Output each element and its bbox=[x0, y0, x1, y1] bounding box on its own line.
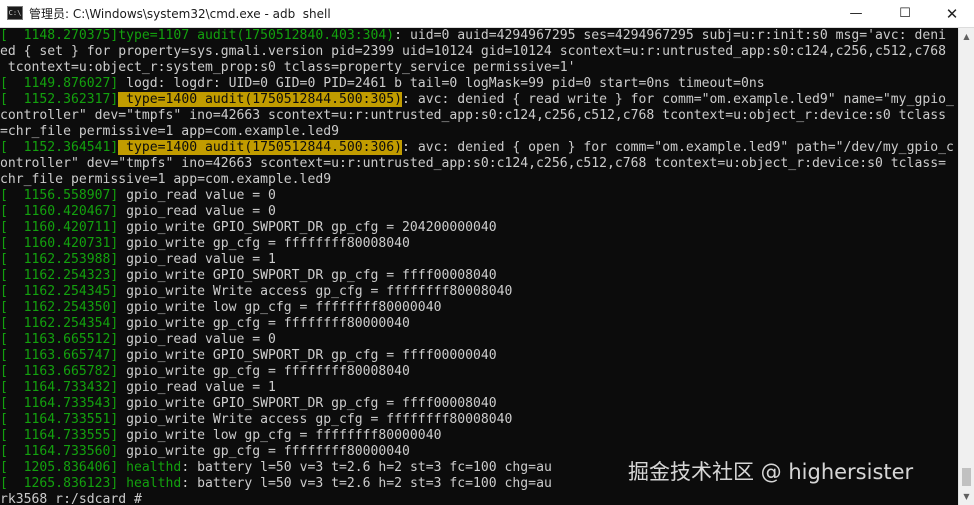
log-timestamp: [ 1160.420731] bbox=[0, 236, 119, 251]
log-timestamp: [ 1164.733555] bbox=[0, 428, 119, 443]
log-tag: healthd bbox=[118, 476, 182, 491]
log-message: tcontext=u:object_r:system_prop:s0 tclas… bbox=[0, 60, 576, 75]
log-message: gpio_write gp_cfg = ffffffff80008040 bbox=[118, 364, 410, 379]
log-message: ed { set } for property=sys.gmali.versio… bbox=[0, 44, 946, 59]
console-line: [ 1162.254323] gpio_write GPIO_SWPORT_DR… bbox=[0, 268, 958, 284]
log-timestamp: [ 1162.253988] bbox=[0, 252, 119, 267]
log-timestamp: [ 1163.665512] bbox=[0, 332, 119, 347]
console-line: controller" dev="tmpfs" ino=42663 sconte… bbox=[0, 108, 958, 124]
console-line: rk3568_r:/sdcard # bbox=[0, 492, 958, 505]
console-line: [ 1163.665512] gpio_read value = 0 bbox=[0, 332, 958, 348]
log-timestamp: [ 1160.420467] bbox=[0, 204, 119, 219]
log-timestamp: [ 1164.733432] bbox=[0, 380, 119, 395]
console-line: [ 1163.665782] gpio_write gp_cfg = fffff… bbox=[0, 364, 958, 380]
log-timestamp: [ 1162.254350] bbox=[0, 300, 119, 315]
log-timestamp: [ 1163.665782] bbox=[0, 364, 119, 379]
log-message: gpio_write Write access gp_cfg = fffffff… bbox=[118, 284, 513, 299]
log-timestamp: [ 1164.733560] bbox=[0, 444, 119, 459]
console-line: [ 1152.362317] type=1400 audit(175051284… bbox=[0, 92, 958, 108]
log-message: : avc: denied { read write } for comm="o… bbox=[402, 92, 954, 107]
log-tag: type=1107 audit(1750512840.403:304) bbox=[118, 28, 395, 43]
log-tag: healthd bbox=[118, 460, 182, 475]
log-timestamp: [ 1162.254354] bbox=[0, 316, 119, 331]
console-line: [ 1162.254354] gpio_write gp_cfg = fffff… bbox=[0, 316, 958, 332]
console-line: tcontext=u:object_r:system_prop:s0 tclas… bbox=[0, 60, 958, 76]
console-line: [ 1148.270375]type=1107 audit(1750512840… bbox=[0, 28, 958, 44]
console-line: [ 1156.558907] gpio_read value = 0 bbox=[0, 188, 958, 204]
console-line: [ 1162.254350] gpio_write low gp_cfg = f… bbox=[0, 300, 958, 316]
log-timestamp: [ 1205.836406] bbox=[0, 460, 119, 475]
log-message: gpio_read value = 0 bbox=[118, 188, 276, 203]
log-message: chr_file permissive=1 app=com.example.le… bbox=[0, 172, 332, 187]
log-message: gpio_write gp_cfg = ffffffff80008040 bbox=[118, 236, 410, 251]
console-output[interactable]: [ 1148.270375]type=1107 audit(1750512840… bbox=[0, 28, 958, 505]
log-message: gpio_write GPIO_SWPORT_DR gp_cfg = ffff0… bbox=[118, 396, 497, 411]
console-line: [ 1162.253988] gpio_read value = 1 bbox=[0, 252, 958, 268]
log-timestamp: [ 1163.665747] bbox=[0, 348, 119, 363]
window-title: 管理员: C:\Windows\system32\cmd.exe - adb s… bbox=[29, 7, 331, 21]
scroll-up-arrow-icon[interactable]: ▲ bbox=[959, 28, 974, 45]
watermark: 掘金技术社区 @ highersister bbox=[628, 460, 914, 484]
log-timestamp: [ 1148.270375] bbox=[0, 28, 119, 43]
log-message: controller" dev="tmpfs" ino=42663 sconte… bbox=[0, 108, 946, 123]
log-message: gpio_read value = 1 bbox=[118, 252, 276, 267]
log-message: gpio_write GPIO_SWPORT_DR gp_cfg = 20420… bbox=[118, 220, 497, 235]
console-line: ed { set } for property=sys.gmali.versio… bbox=[0, 44, 958, 60]
title-bar[interactable]: C:\ 管理员: C:\Windows\system32\cmd.exe - a… bbox=[0, 0, 974, 28]
scroll-down-arrow-icon[interactable]: ▼ bbox=[959, 488, 974, 505]
log-message: gpio_write gp_cfg = ffffffff80000040 bbox=[118, 316, 410, 331]
log-timestamp: [ 1152.362317] bbox=[0, 92, 119, 107]
log-message: gpio_read value = 0 bbox=[118, 204, 276, 219]
log-message: gpio_write gp_cfg = ffffffff80000040 bbox=[118, 444, 410, 459]
console-line: [ 1160.420467] gpio_read value = 0 bbox=[0, 204, 958, 220]
maximize-button[interactable]: ☐ bbox=[882, 0, 928, 28]
console-line: [ 1164.733432] gpio_read value = 1 bbox=[0, 380, 958, 396]
log-timestamp: [ 1162.254323] bbox=[0, 268, 119, 283]
log-message: gpio_read value = 1 bbox=[118, 380, 276, 395]
console-line: [ 1164.733543] gpio_write GPIO_SWPORT_DR… bbox=[0, 396, 958, 412]
log-tag: type=1400 audit(1750512844.500:306) bbox=[118, 140, 403, 155]
console-line: chr_file permissive=1 app=com.example.le… bbox=[0, 172, 958, 188]
console-line: [ 1163.665747] gpio_write GPIO_SWPORT_DR… bbox=[0, 348, 958, 364]
log-message: : battery l=50 v=3 t=2.6 h=2 st=3 fc=100… bbox=[181, 460, 552, 475]
log-message: gpio_write GPIO_SWPORT_DR gp_cfg = ffff0… bbox=[118, 348, 497, 363]
close-button[interactable]: ✕ bbox=[929, 0, 974, 28]
log-timestamp: [ 1164.733551] bbox=[0, 412, 119, 427]
minimize-button[interactable]: — bbox=[833, 0, 879, 28]
log-message: gpio_read value = 0 bbox=[118, 332, 276, 347]
log-message: gpio_write low gp_cfg = ffffffff80000040 bbox=[118, 300, 442, 315]
log-timestamp: [ 1152.364541] bbox=[0, 140, 119, 155]
log-timestamp: [ 1160.420711] bbox=[0, 220, 119, 235]
cmd-app-icon[interactable]: C:\ bbox=[7, 6, 23, 20]
log-message: gpio_write GPIO_SWPORT_DR gp_cfg = ffff0… bbox=[118, 268, 497, 283]
console-line: [ 1149.876027] logd: logdr: UID=0 GID=0 … bbox=[0, 76, 958, 92]
log-timestamp: [ 1164.733543] bbox=[0, 396, 119, 411]
log-message: : battery l=50 v=3 t=2.6 h=2 st=3 fc=100… bbox=[181, 476, 552, 491]
log-message: gpio_write low gp_cfg = ffffffff80000040 bbox=[118, 428, 442, 443]
log-timestamp: [ 1162.254345] bbox=[0, 284, 119, 299]
log-message: =chr_file permissive=1 app=com.example.l… bbox=[0, 124, 339, 139]
scrollbar-thumb[interactable] bbox=[962, 468, 971, 486]
log-message: ontroller" dev="tmpfs" ino=42663 scontex… bbox=[0, 156, 946, 171]
vertical-scrollbar[interactable]: ▲ ▼ bbox=[958, 28, 974, 505]
console-line: ontroller" dev="tmpfs" ino=42663 scontex… bbox=[0, 156, 958, 172]
log-message: rk3568_r:/sdcard # bbox=[0, 492, 142, 505]
log-timestamp: [ 1149.876027] bbox=[0, 76, 119, 91]
log-timestamp: [ 1265.836123] bbox=[0, 476, 119, 491]
log-tag: type=1400 audit(1750512844.500:305) bbox=[118, 92, 403, 107]
console-line: [ 1160.420711] gpio_write GPIO_SWPORT_DR… bbox=[0, 220, 958, 236]
console-line: [ 1162.254345] gpio_write Write access g… bbox=[0, 284, 958, 300]
console-line: [ 1160.420731] gpio_write gp_cfg = fffff… bbox=[0, 236, 958, 252]
console-line: =chr_file permissive=1 app=com.example.l… bbox=[0, 124, 958, 140]
console-line: [ 1164.733555] gpio_write low gp_cfg = f… bbox=[0, 428, 958, 444]
console-line: [ 1164.733551] gpio_write Write access g… bbox=[0, 412, 958, 428]
log-message: logd: logdr: UID=0 GID=0 PID=2461 b tail… bbox=[118, 76, 765, 91]
log-message: : uid=0 auid=4294967295 ses=4294967295 s… bbox=[394, 28, 946, 43]
console-line: [ 1152.364541] type=1400 audit(175051284… bbox=[0, 140, 958, 156]
log-timestamp: [ 1156.558907] bbox=[0, 188, 119, 203]
log-message: gpio_write Write access gp_cfg = fffffff… bbox=[118, 412, 513, 427]
log-message: : avc: denied { open } for comm="om.exam… bbox=[402, 140, 954, 155]
